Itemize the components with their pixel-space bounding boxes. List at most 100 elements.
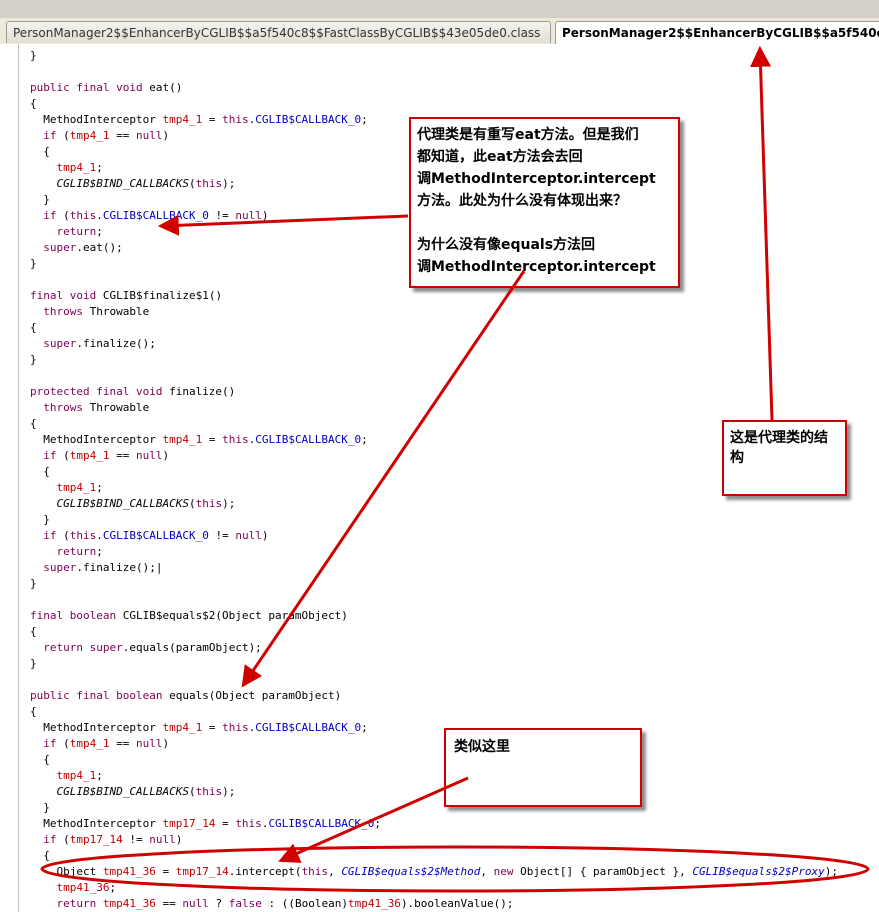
- code-token: );: [824, 865, 839, 878]
- code-token: .finalize();: [76, 337, 156, 350]
- code-token: throws: [43, 305, 83, 318]
- code-token: null: [235, 529, 262, 542]
- code-line: protected final void finalize(): [30, 384, 838, 400]
- code-token: MethodInterceptor: [30, 721, 163, 734]
- code-token: this: [195, 497, 223, 510]
- code-token: .: [96, 529, 103, 542]
- code-token: );: [222, 785, 236, 798]
- code-token: !=: [208, 209, 236, 222]
- code-line: }: [30, 656, 838, 672]
- code-token: Throwable: [83, 401, 150, 414]
- code-token: }: [30, 353, 37, 366]
- code-line: final void CGLIB$finalize$1(): [30, 288, 838, 304]
- code-token: eat(): [142, 81, 183, 94]
- code-token: this: [235, 817, 262, 830]
- code-token: ;: [96, 769, 103, 782]
- code-token: MethodInterceptor: [30, 817, 163, 830]
- code-token: );: [222, 177, 236, 190]
- code-token: {: [30, 97, 37, 110]
- code-token: super: [43, 241, 77, 254]
- code-token: Object: [30, 865, 103, 878]
- annotation-line: 都知道，此eat方法会去回: [417, 149, 583, 165]
- code-token: return: [56, 897, 97, 910]
- code-token: : ((Boolean): [261, 897, 348, 910]
- code-token: if: [43, 449, 57, 462]
- code-line: }: [30, 800, 838, 816]
- code-token: MethodInterceptor: [30, 433, 163, 446]
- code-token: this: [69, 209, 97, 222]
- code-token: this: [69, 529, 97, 542]
- code-line: {: [30, 752, 838, 768]
- code-token: =: [202, 433, 223, 446]
- code-token: null: [235, 209, 262, 222]
- code-token: CGLIB$CALLBACK_0: [255, 113, 362, 126]
- code-token: (: [188, 177, 196, 190]
- code-token: ;: [361, 433, 368, 446]
- code-token: tmp4_1: [162, 721, 203, 734]
- code-line: CGLIB$BIND_CALLBACKS(this);: [30, 784, 838, 800]
- code-token: tmp4_1: [56, 481, 97, 494]
- code-token: final void: [30, 289, 97, 302]
- code-token: );: [222, 497, 236, 510]
- code-token: ==: [109, 737, 136, 750]
- code-token: ).booleanValue();: [400, 897, 514, 910]
- code-token: ;: [109, 881, 117, 894]
- code-token: (: [56, 833, 70, 846]
- annotation-line: 为什么没有像equals方法回: [417, 237, 596, 253]
- code-line: CGLIB$BIND_CALLBACKS(this);: [30, 496, 838, 512]
- code-token: new: [493, 865, 514, 878]
- code-token: null: [149, 833, 176, 846]
- code-token: .equals(paramObject);: [122, 641, 262, 654]
- code-token: {: [30, 849, 50, 862]
- code-token: Throwable: [83, 305, 150, 318]
- code-line: tmp4_1;: [30, 768, 838, 784]
- code-line: super.finalize();|: [30, 560, 838, 576]
- tab-fastclass-file[interactable]: PersonManager2$$EnhancerByCGLIB$$a5f540c…: [6, 21, 551, 43]
- code-line: return super.equals(paramObject);: [30, 640, 838, 656]
- editor-gutter-divider: [18, 44, 19, 912]
- code-token: =: [215, 817, 236, 830]
- editor-tab-bar: PersonManager2$$EnhancerByCGLIB$$a5f540c…: [0, 18, 879, 45]
- code-token: this: [222, 433, 249, 446]
- code-token: CGLIB$equals$2(Object paramObject): [116, 609, 348, 622]
- code-token: CGLIB$CALLBACK_0: [268, 817, 375, 830]
- code-line: return;: [30, 544, 838, 560]
- code-token: null: [136, 737, 163, 750]
- code-token: ?: [208, 897, 229, 910]
- code-token: ): [162, 129, 170, 142]
- code-token: this: [195, 785, 223, 798]
- annotation-note-similar-here: 类似这里: [444, 728, 642, 807]
- code-line: Object tmp41_36 = tmp17_14.intercept(thi…: [30, 864, 838, 880]
- code-token: if: [43, 737, 57, 750]
- code-token: {: [30, 625, 37, 638]
- code-token: .finalize();|: [76, 561, 163, 574]
- annotation-line: 调MethodInterceptor.intercept: [417, 259, 656, 275]
- code-token: (: [188, 785, 196, 798]
- code-token: tmp17_14: [69, 833, 123, 846]
- window-top-strip: [0, 0, 879, 18]
- code-token: tmp41_36: [102, 865, 156, 878]
- code-line: {: [30, 704, 838, 720]
- tab-enhancer-file[interactable]: PersonManager2$$EnhancerByCGLIB$$a5f540c…: [555, 21, 879, 44]
- annotation-line: 代理类是有重写eat方法。但是我们: [417, 127, 639, 143]
- code-token: =: [155, 865, 176, 878]
- code-token: tmp41_36: [102, 897, 156, 910]
